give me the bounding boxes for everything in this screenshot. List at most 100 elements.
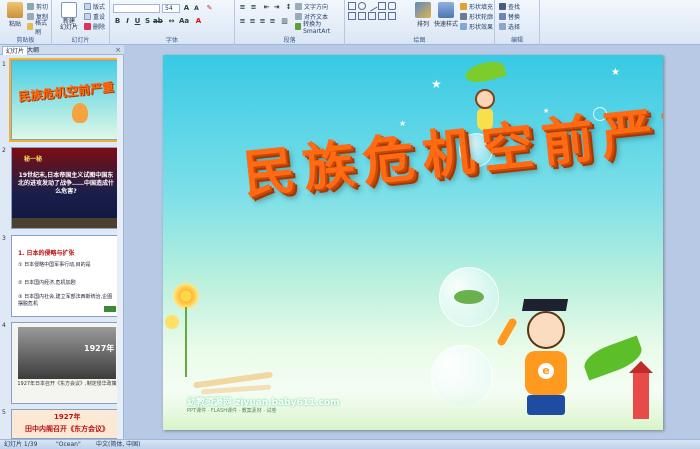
cursor-icon [499,23,506,30]
thumb-kicker: 秘一秘 [24,156,43,163]
pane-scrollbar[interactable] [117,55,123,439]
increase-indent-button[interactable]: ⇥ [272,3,281,12]
font-color-button[interactable]: A [194,17,203,26]
group-label-editing: 编辑 [510,37,523,44]
shape-triangle-icon[interactable] [358,12,366,20]
font-size-combo[interactable]: 54 [162,4,180,13]
slide-thumbnail-1[interactable]: 民族危机空前严重 [9,58,123,142]
drawing-group: 排列 快速样式 形状填充 形状轮廓 形状效果 绘图 [345,0,495,45]
boy-shirt-icon: e [525,351,567,395]
reset-icon [84,13,91,20]
layout-button[interactable]: 版式 [84,2,105,11]
new-slide-icon [61,2,77,18]
status-bar: 幻灯片 1/39 "Ocean" 中文(简体, 中国) [0,439,700,449]
align-left-button[interactable]: ≡ [238,17,247,26]
theme-name: "Ocean" [56,441,81,448]
cut-button[interactable]: 剪切 [27,2,48,11]
strikethrough-button[interactable]: ab [153,17,163,26]
flower-stem-icon [185,307,187,377]
slide-editing-area: ★ ★ ★ ★ 民族危机空前严重 e 幼教资源网 ziyuan.baby611.… [125,45,700,439]
paste-button[interactable]: 粘贴 [2,2,28,32]
thumb-year: 1927年 [84,344,115,353]
decrease-indent-button[interactable]: ⇤ [262,3,271,12]
underline-button[interactable]: U [133,17,142,26]
shape-fill-button[interactable]: 形状填充 [460,2,493,11]
change-case-button[interactable]: Aa [179,17,189,26]
slide-thumbnail-3[interactable]: 1. 日本的侵略与扩张 ① 日本侵略中国军事行动,目的是 ② 日本国内经济,危机… [11,235,121,317]
shape-outline-button[interactable]: 形状轮廓 [460,12,493,21]
reset-button[interactable]: 重设 [84,12,105,21]
text-direction-button[interactable]: 文字方向 [295,2,328,11]
shrink-font-button[interactable]: A [192,4,201,13]
slide-title[interactable]: 民族危机空前严重 [239,89,663,212]
format-painter-button[interactable]: 格式刷 [27,20,51,36]
numbering-button[interactable]: ≡ [249,3,258,12]
close-icon[interactable]: × [115,46,121,54]
mountain-silhouette [12,218,120,228]
select-button[interactable]: 选择 [499,22,520,31]
group-label-font: 字体 [165,37,178,44]
shadow-button[interactable]: S [143,17,152,26]
thumb-caption: 田中内阁召开《东方会议》 [25,425,109,433]
slides-group: 新建 幻灯片 版式 重设 删除 幻灯片 [52,0,110,45]
align-text-icon [295,13,302,20]
shape-rect-icon[interactable] [348,2,356,10]
italic-button[interactable]: I [123,17,132,26]
font-name-combo[interactable] [113,4,160,13]
shape-rounded-rect-icon[interactable] [378,2,386,10]
smartart-button[interactable]: 转换为 SmartArt [295,21,344,35]
shape-bracket-icon[interactable] [388,12,396,20]
flower-icon [173,283,199,309]
binoculars-icon [499,3,506,10]
ribbon: 粘贴 剪切 复制 格式刷 剪贴板 新建 幻灯片 版式 重设 删除 幻灯片 54 … [0,0,700,45]
shape-line-icon[interactable] [366,0,378,12]
leaf-boat-icon [454,290,484,304]
thumb-line-3: ③ 日本国内社会,建立军部法西斯统治,企图摆脱危机 [18,294,113,307]
language-indicator[interactable]: 中文(简体, 中国) [96,440,141,449]
bold-button[interactable]: B [113,17,122,26]
replace-button[interactable]: 替换 [499,12,520,21]
group-label-clipboard: 剪贴板 [16,37,35,44]
delete-slide-button[interactable]: 删除 [84,22,105,31]
slides-pane: 幻灯片 大纲 × 1 民族危机空前严重 2 秘一秘 19世纪末,日本帝国主义试图… [0,45,124,439]
paint-bucket-icon [460,3,467,10]
tab-outline[interactable]: 大纲 [24,46,42,55]
char-spacing-button[interactable]: ↔ [167,17,176,26]
line-spacing-button[interactable]: ↕ [284,3,293,12]
pen-icon [460,13,467,20]
justify-button[interactable]: ≡ [268,17,277,26]
group-label-drawing: 绘图 [413,37,426,44]
shape-star-icon[interactable] [368,12,376,20]
thumb-number: 3 [2,235,6,242]
slide-canvas[interactable]: ★ ★ ★ ★ 民族危机空前严重 e 幼教资源网 ziyuan.baby611.… [163,55,663,430]
watermark-subtext: PPT课件 · FLASH课件 · 教案素材 · 试卷 [187,408,277,414]
align-center-button[interactable]: ≡ [248,17,257,26]
thumb-line-1: ① 日本侵略中国军事行动,目的是 [18,262,91,268]
quick-styles-button[interactable]: 快速样式 [433,2,459,32]
grow-font-button[interactable]: A [182,4,191,13]
shape-brace-icon[interactable] [378,12,386,20]
star-icon: ★ [431,77,442,91]
slide-thumbnail-2[interactable]: 秘一秘 19世纪末,日本帝国主义试图中国东北的进攻发动了战争……中国造成什么危害… [11,147,121,229]
group-label-slides: 幻灯片 [71,37,90,44]
tower-icon [629,361,653,419]
arrange-button[interactable]: 排列 [412,2,434,32]
slide-thumbnail-4[interactable]: 1927年日本召开《东方会议》,制定侵华政策 1927年 [11,322,121,404]
find-button[interactable]: 查找 [499,2,520,11]
replace-icon [499,13,506,20]
thumb-number: 4 [2,322,6,329]
clear-format-button[interactable]: ✎ [205,4,214,13]
shape-oval-icon[interactable] [358,2,366,10]
shape-callout-icon[interactable] [388,2,396,10]
bullets-button[interactable]: ≡ [238,3,247,12]
shape-effects-button[interactable]: 形状效果 [460,22,493,31]
new-slide-button[interactable]: 新建 幻灯片 [55,2,83,32]
bubble-kids-reading [439,267,499,327]
columns-button[interactable]: ▥ [280,17,289,26]
shape-arrow-icon[interactable] [348,12,356,20]
shapes-gallery[interactable] [348,0,410,30]
slide-thumbnail-5[interactable]: 1927年 田中内阁召开《东方会议》 [11,409,121,439]
align-right-button[interactable]: ≡ [258,17,267,26]
paste-icon [7,2,23,18]
flower-icon [165,315,179,329]
